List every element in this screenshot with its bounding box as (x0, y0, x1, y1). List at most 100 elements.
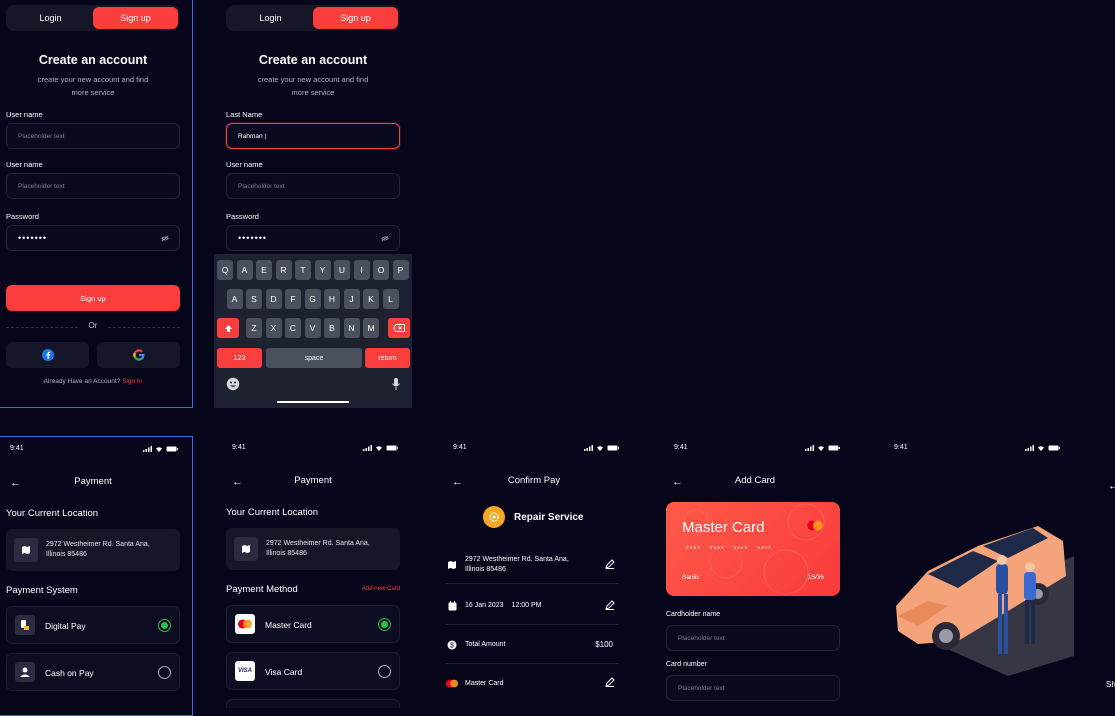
key-v[interactable]: V (304, 318, 321, 338)
key-e[interactable]: E (256, 260, 272, 280)
lastname-input[interactable]: Rahman | (226, 123, 400, 149)
payment-option-cash[interactable]: Cash on Pay (6, 653, 180, 691)
time-slot: 12:00 PM (511, 602, 542, 609)
radio-unselected[interactable] (378, 665, 391, 678)
username-input[interactable]: Placeholder text (226, 173, 400, 199)
payment-option-more[interactable] (226, 699, 400, 708)
key-j[interactable]: J (343, 289, 360, 309)
key-l[interactable]: L (382, 289, 399, 309)
key-r[interactable]: R (275, 260, 292, 280)
key-t[interactable]: T (295, 260, 311, 280)
microphone-icon[interactable] (391, 377, 401, 391)
key-a[interactable]: A (236, 260, 253, 280)
key-o[interactable]: O (373, 260, 389, 280)
payment-option-visa[interactable]: VISA Visa Card (226, 652, 400, 690)
facebook-button[interactable] (6, 342, 89, 368)
address: 2972 Westheimer Rd. Santa Ana, Illinois 8… (266, 539, 370, 559)
mastercard-icon (445, 679, 459, 688)
key-p[interactable]: P (392, 260, 409, 280)
key-u[interactable]: U (334, 260, 350, 280)
cardholder-input[interactable]: Placeholder text (666, 625, 840, 651)
edit-icon[interactable] (605, 677, 615, 687)
key-q[interactable]: Q (217, 260, 233, 280)
key-a[interactable]: A (226, 289, 243, 309)
google-button[interactable] (97, 342, 180, 368)
option-label: Digital Pay (45, 621, 86, 631)
signup-button[interactable]: Sign up (6, 285, 180, 311)
key-h[interactable]: H (324, 289, 340, 309)
key-f[interactable]: F (285, 289, 301, 309)
lastname-label: Last Name (226, 110, 263, 119)
mastercard-logo-icon (807, 520, 823, 531)
eye-off-icon[interactable] (161, 235, 169, 242)
password-input[interactable]: ••••••• (6, 225, 180, 251)
address: 2972 Westheimer Rd. Santa Ana, Illinois 8… (465, 555, 569, 575)
return-key[interactable]: return (365, 348, 410, 368)
subtitle-line-2: more service (71, 88, 115, 97)
page-title: Payment (294, 475, 332, 486)
shift-icon (224, 324, 232, 332)
signal-icon (584, 445, 593, 451)
signin-prompt-text: Already Have an Account? (43, 378, 121, 385)
key-s[interactable]: S (246, 289, 262, 309)
status-bar: 9:41 (662, 444, 848, 454)
amount-label: Total Amount (465, 641, 506, 648)
key-z[interactable]: Z (246, 318, 262, 338)
radio-selected[interactable] (158, 619, 171, 632)
radio-selected[interactable] (378, 618, 391, 631)
key-b[interactable]: B (324, 318, 340, 338)
tab-login[interactable]: Login (228, 7, 313, 29)
location-card[interactable]: 2972 Westheimer Rd. Santa Ana, Illinois 8… (226, 528, 400, 570)
signin-link[interactable]: Sign In (122, 378, 142, 385)
edit-icon[interactable] (605, 559, 615, 569)
key-y[interactable]: Y (314, 260, 331, 280)
password-input[interactable]: ••••••• (226, 225, 400, 251)
key-d[interactable]: D (265, 289, 282, 309)
username-label: User name (6, 110, 43, 119)
radio-unselected[interactable] (158, 666, 171, 679)
key-g[interactable]: G (304, 289, 321, 309)
payment-option-digital[interactable]: Digital Pay (6, 606, 180, 644)
address-line-2: Illinois 85486 (465, 565, 506, 573)
status-bar: 9:41 (882, 444, 1068, 454)
key-i[interactable]: I (353, 260, 370, 280)
illustration-screen: 9:41 (882, 436, 1080, 708)
edit-icon[interactable] (605, 600, 615, 610)
cardholder-label: Cardholder name (666, 611, 721, 618)
address-line-1: 2972 Westheimer Rd. Santa Ana, (266, 540, 370, 547)
payment-system-heading: Payment System (6, 585, 78, 596)
auth-tabs: Login Sign up (6, 5, 180, 31)
key-c[interactable]: C (285, 318, 301, 338)
tab-signup[interactable]: Sign up (313, 7, 398, 29)
key-k[interactable]: K (363, 289, 379, 309)
username-input[interactable]: Placeholder text (6, 123, 180, 149)
eye-off-icon[interactable] (381, 235, 389, 242)
key-x[interactable]: X (265, 318, 282, 338)
tab-signup[interactable]: Sign up (93, 7, 178, 29)
payment-option-mastercard[interactable]: Master Card (226, 605, 400, 643)
location-card[interactable]: 2972 Westheimer Rd. Santa Ana, Illinois 8… (6, 529, 180, 571)
status-icons (584, 445, 619, 451)
svg-text:$: $ (450, 642, 454, 649)
status-icons (143, 446, 178, 452)
numbers-key[interactable]: 123 (217, 348, 262, 368)
mastercard-icon (235, 614, 255, 634)
emoji-icon[interactable] (226, 377, 240, 391)
key-n[interactable]: N (343, 318, 360, 338)
visa-icon: VISA (235, 661, 255, 681)
key-m[interactable]: M (363, 318, 379, 338)
backspace-key[interactable] (388, 318, 410, 338)
status-bar: 9:41 (0, 445, 186, 455)
signal-icon (363, 445, 372, 451)
add-new-card-link[interactable]: Add new Card (362, 586, 400, 592)
space-key[interactable]: space (266, 348, 362, 368)
tab-login[interactable]: Login (8, 7, 93, 29)
wifi-icon (156, 447, 162, 452)
wifi-icon (597, 446, 603, 451)
shift-key[interactable] (217, 318, 239, 338)
status-time: 9:41 (894, 444, 908, 451)
page-title: Payment (74, 476, 112, 487)
card-number-input[interactable]: Placeholder text (666, 675, 840, 701)
digital-pay-icon (15, 615, 35, 635)
username-input-2[interactable]: Placeholder text (6, 173, 180, 199)
